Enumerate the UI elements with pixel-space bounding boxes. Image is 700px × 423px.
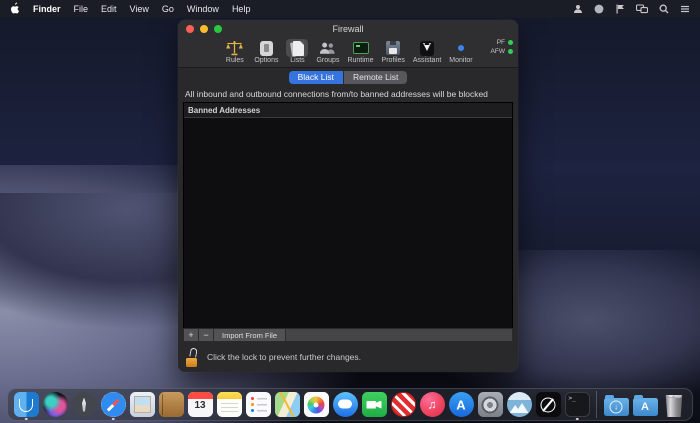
info-text: All inbound and outbound connections fro…	[178, 87, 518, 102]
people-icon	[316, 39, 339, 57]
table-column-header[interactable]: Banned Addresses	[184, 103, 512, 118]
toolbar-item-profiles[interactable]: Profiles	[382, 39, 405, 65]
dock-icon-facetime[interactable]	[361, 389, 387, 420]
dock-icon-messages[interactable]	[332, 389, 358, 420]
toolbar-item-label: Monitor	[449, 57, 472, 65]
dock-icon-vallum[interactable]	[535, 389, 561, 420]
afw-status-label: AFW	[491, 48, 505, 55]
dock-icon-safari[interactable]	[100, 389, 126, 420]
dock-icon-finder[interactable]	[13, 389, 39, 420]
dock: 13	[7, 388, 693, 421]
title-bar[interactable]: Firewall	[178, 20, 518, 37]
add-button[interactable]: +	[184, 329, 199, 341]
menu-bar: Finder File Edit View Go Window Help	[0, 0, 700, 18]
traffic-lights	[186, 20, 222, 37]
siri-icon[interactable]	[594, 4, 604, 14]
minimize-button[interactable]	[200, 25, 208, 33]
lock-hint-text: Click the lock to prevent further change…	[207, 352, 361, 362]
toolbar-item-groups[interactable]: Groups	[316, 39, 339, 65]
dock-icon-applications-folder[interactable]	[632, 389, 658, 420]
menu-item-go[interactable]: Go	[162, 4, 174, 14]
menu-item-view[interactable]: View	[130, 4, 149, 14]
toolbar-item-rules[interactable]: Rules	[223, 39, 246, 65]
window-content: Black List Remote List All inbound and o…	[178, 68, 518, 372]
dock-icon-downloads-folder[interactable]	[603, 389, 629, 420]
dock-icon-system-preferences[interactable]	[477, 389, 503, 420]
tab-remote-list[interactable]: Remote List	[343, 71, 407, 84]
toolbar-item-runtime[interactable]: Runtime	[347, 39, 373, 65]
tab-black-list[interactable]: Black List	[289, 71, 343, 84]
menu-item-finder[interactable]: Finder	[33, 4, 61, 14]
unlocked-padlock-icon[interactable]	[186, 348, 198, 367]
tuxedo-icon	[416, 39, 438, 57]
spotlight-search-icon[interactable]	[659, 4, 669, 14]
menu-item-file[interactable]: File	[74, 4, 89, 14]
dock-icon-launchpad[interactable]	[71, 389, 97, 420]
firewall-window: Firewall Rules Options Lists	[178, 20, 518, 372]
dock-icon-notes[interactable]	[216, 389, 242, 420]
toolbar-item-label: Options	[254, 57, 278, 65]
import-from-file-button[interactable]: Import From File	[214, 329, 286, 341]
dock-icon-trash[interactable]	[661, 389, 687, 420]
toolbar-item-options[interactable]: Options	[254, 39, 278, 65]
flag-icon[interactable]	[615, 4, 625, 14]
dock-icon-reminders[interactable]	[245, 389, 271, 420]
terminal-icon	[350, 39, 372, 57]
menu-bar-status-area	[573, 4, 690, 14]
list-tabs: Black List Remote List	[289, 71, 408, 84]
menu-item-window[interactable]: Window	[187, 4, 219, 14]
dock-icon-firewall[interactable]	[390, 389, 416, 420]
pf-status-label: PF	[497, 39, 505, 46]
toolbar-item-lists[interactable]: Lists	[286, 39, 308, 65]
dock-icon-mail[interactable]	[129, 389, 155, 420]
tabs-row: Black List Remote List	[178, 68, 518, 87]
banned-addresses-table[interactable]: Banned Addresses	[183, 102, 513, 328]
notification-center-icon[interactable]	[680, 4, 690, 14]
firewall-status: PF AFW	[491, 39, 513, 55]
toolbar-item-label: Profiles	[382, 57, 405, 65]
window-footer: Click the lock to prevent further change…	[178, 342, 518, 372]
table-body-empty[interactable]	[184, 118, 512, 328]
toolbar-item-label: Lists	[290, 57, 304, 65]
toolbar: Rules Options Lists Groups Runtime	[178, 37, 518, 68]
user-lock-icon[interactable]	[573, 4, 583, 14]
close-button[interactable]	[186, 25, 194, 33]
remove-button[interactable]: −	[199, 329, 214, 341]
dock-icon-maps[interactable]	[274, 389, 300, 420]
table-actions-bar: + − Import From File	[183, 328, 513, 342]
actions-bar-spacer	[286, 329, 512, 341]
switch-icon	[255, 39, 277, 57]
dock-icon-app-store[interactable]	[448, 389, 474, 420]
dock-icon-calendar[interactable]: 13	[187, 389, 213, 420]
toolbar-item-monitor[interactable]: Monitor	[449, 39, 472, 65]
toolbar-item-label: Rules	[226, 57, 244, 65]
scales-icon	[223, 39, 246, 57]
displays-icon[interactable]	[636, 4, 648, 14]
pf-status-dot	[508, 40, 513, 45]
calendar-day-number: 13	[188, 400, 213, 411]
dock-icon-murus[interactable]	[506, 389, 532, 420]
window-title: Firewall	[332, 24, 363, 34]
dock-icon-contacts[interactable]	[158, 389, 184, 420]
dock-icon-photos[interactable]	[303, 389, 329, 420]
toolbar-item-label: Groups	[316, 57, 339, 65]
toolbar-item-assistant[interactable]: Assistant	[413, 39, 441, 65]
desktop: Finder File Edit View Go Window Help Fir…	[0, 0, 700, 423]
blue-dot-icon	[450, 39, 472, 57]
dock-icon-siri[interactable]	[42, 389, 68, 420]
toolbar-item-label: Assistant	[413, 57, 441, 65]
documents-icon	[286, 39, 308, 57]
toolbar-item-label: Runtime	[347, 57, 373, 65]
zoom-button[interactable]	[214, 25, 222, 33]
apple-logo-icon[interactable]	[10, 2, 20, 16]
dock-icon-itunes[interactable]	[419, 389, 445, 420]
dock-icon-terminal[interactable]	[564, 389, 590, 420]
dock-separator	[596, 391, 597, 418]
menu-item-edit[interactable]: Edit	[101, 4, 117, 14]
menu-item-help[interactable]: Help	[232, 4, 251, 14]
afw-status-dot	[508, 49, 513, 54]
floppy-disk-icon	[382, 39, 404, 57]
